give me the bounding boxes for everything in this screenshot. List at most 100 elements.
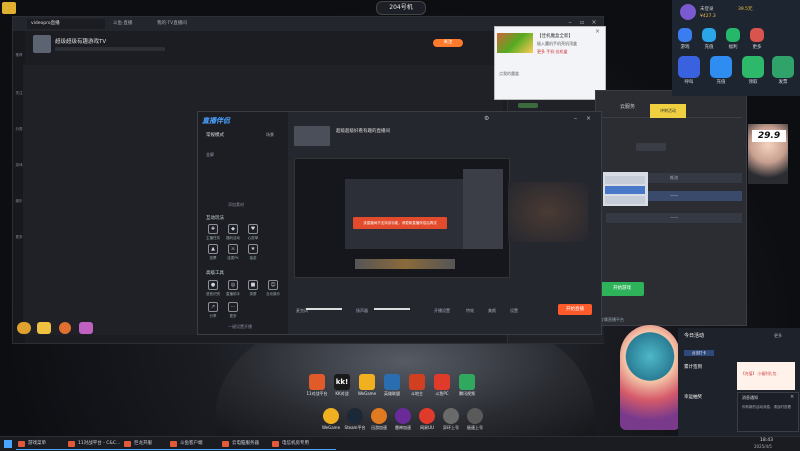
- desktop-icon[interactable]: 异环上号: [440, 408, 462, 431]
- start-game-button[interactable]: 开始游戏: [600, 282, 644, 296]
- more-icon[interactable]: [750, 28, 764, 42]
- game-icon[interactable]: [678, 28, 692, 42]
- mode-select[interactable]: 常规模式: [206, 132, 224, 138]
- close-icon[interactable]: ×: [595, 28, 600, 35]
- tool-voice[interactable]: ● 语音识别: [204, 280, 222, 297]
- scene-item[interactable]: 全屏: [206, 152, 214, 158]
- desktop-icon[interactable]: 斗鱼PC: [431, 374, 453, 397]
- welfare-icon[interactable]: [726, 28, 740, 42]
- badge-icon[interactable]: [17, 322, 31, 334]
- desktop-icon[interactable]: Steam平台: [344, 408, 366, 431]
- tab-douyu[interactable]: 斗鱼·直播: [109, 19, 157, 29]
- avatar[interactable]: [33, 35, 51, 53]
- avatar[interactable]: [680, 4, 696, 20]
- tool-assist[interactable]: ◎ 直播助手: [224, 280, 242, 297]
- tool-welfare[interactable]: ◆ 福利活动: [224, 224, 242, 241]
- tool-vote[interactable]: ▲ 投票: [204, 244, 222, 261]
- tool-task[interactable]: ✚ 主播任务: [204, 224, 222, 241]
- menu-item[interactable]: [605, 186, 645, 194]
- steam-icon: [347, 408, 363, 424]
- toggle-switch[interactable]: [636, 143, 666, 151]
- invoice-icon[interactable]: [772, 56, 794, 78]
- desktop-icon[interactable]: 11对战平台: [306, 374, 328, 397]
- minimize-icon[interactable]: –: [574, 115, 577, 122]
- call-icon[interactable]: [678, 56, 700, 78]
- effects-label[interactable]: 特效: [466, 308, 474, 314]
- badge-icon[interactable]: [59, 322, 71, 334]
- recharge-big-icon[interactable]: [710, 56, 732, 78]
- menu-item[interactable]: [605, 196, 645, 204]
- tool-sidebar: 直播伴侣 常规模式 场景 全屏 添加素材 互动玩法 ✚ 主播任务 ◆ 福利活动 ♥ 心…: [198, 112, 288, 334]
- taskbar-item[interactable]: 11对战平台 - C&C...: [66, 439, 130, 450]
- menu-row[interactable]: 一一: [606, 213, 742, 223]
- settings-icon[interactable]: ⚙: [484, 115, 489, 122]
- taskbar-item[interactable]: 电信机房专用: [270, 439, 336, 450]
- section-tools: 高级工具: [206, 271, 224, 276]
- menu-item[interactable]: [605, 176, 645, 184]
- icon-label: 11对战平台: [306, 391, 328, 396]
- room-title[interactable]: 超级超级好看有趣的直播间: [336, 128, 390, 134]
- icon-label: 网易UU: [420, 425, 434, 430]
- mascot-image: [620, 325, 680, 430]
- login-icon: [443, 408, 459, 424]
- taskbar-item[interactable]: 斗鱼客户端: [168, 439, 228, 450]
- follow-button[interactable]: 关注: [433, 39, 463, 47]
- tool-share[interactable]: ↗ 分享: [204, 302, 222, 319]
- speaker-slider[interactable]: [374, 308, 410, 310]
- start-live-button[interactable]: 开始直播: [558, 304, 592, 315]
- desktop-icon[interactable]: 雷神加速: [392, 408, 414, 431]
- tool-lottery[interactable]: ★ 抽奖: [244, 244, 262, 261]
- nav-item[interactable]: 推荐: [14, 53, 24, 58]
- windows-start-icon[interactable]: [4, 440, 12, 448]
- desktop-icon[interactable]: 英雄联盟: [381, 374, 403, 397]
- beauty-label[interactable]: 美颜: [488, 308, 496, 314]
- tool-pk[interactable]: ⚔ 连麦PK: [224, 244, 242, 261]
- receive-icon[interactable]: [742, 56, 764, 78]
- tool-fun[interactable]: ☺ 互动娱乐: [264, 280, 282, 297]
- clock-time[interactable]: 18:43: [760, 438, 773, 443]
- gift-card[interactable]: 【充值】 小福利礼包: [737, 362, 795, 390]
- scene-label[interactable]: 场景: [266, 132, 274, 138]
- share-icon: ↗: [208, 302, 218, 312]
- tool-wish[interactable]: ♥ 心愿单: [244, 224, 262, 241]
- close-icon[interactable]: ×: [790, 394, 794, 400]
- stream-preview[interactable]: 该直播间不支持该功能，请更新直播伴侣后再试: [294, 158, 510, 278]
- tab-my-room[interactable]: 我的·TV直播间: [153, 19, 217, 29]
- clock-date[interactable]: 2025/4/5: [754, 444, 772, 449]
- warning-toast: 该直播间不支持该功能，请更新直播伴侣后再试: [353, 217, 447, 229]
- desktop-icon[interactable]: WeGame: [356, 374, 378, 396]
- popup-line2[interactable]: 更多 手机·佳机盒: [537, 49, 568, 55]
- tool-record[interactable]: ■ 录屏: [244, 280, 262, 297]
- tab-videopro[interactable]: videopro直播: [27, 19, 105, 29]
- mic-slider[interactable]: [306, 308, 342, 310]
- desktop-icon[interactable]: kk! KK对战: [331, 374, 353, 397]
- settings-label-2[interactable]: 设置: [510, 308, 518, 314]
- recharge-icon[interactable]: [702, 28, 716, 42]
- icon-label: 雷神加速: [395, 425, 411, 430]
- badge-icon[interactable]: [79, 322, 93, 334]
- add-source-button[interactable]: 添加素材: [228, 202, 244, 208]
- more-link[interactable]: 更多: [774, 333, 782, 339]
- desktop-icon[interactable]: 极速上号: [464, 408, 486, 431]
- promo-tag[interactable]: 冲刺活动: [650, 104, 686, 118]
- kk-icon: kk!: [334, 374, 350, 390]
- desktop-icon[interactable]: 网易UU: [416, 408, 438, 431]
- badge-icon[interactable]: [37, 322, 51, 334]
- desktop-icon[interactable]: 腾讯视频: [456, 374, 478, 397]
- tool-more[interactable]: ⋯ 更多: [224, 302, 242, 319]
- desktop-icon[interactable]: WeGame: [320, 408, 342, 430]
- settings-label[interactable]: 开播设置: [434, 308, 450, 314]
- promo-image[interactable]: [497, 33, 533, 53]
- card-game-icon: [409, 374, 425, 390]
- gift-icon: ◆: [228, 224, 238, 234]
- checkin-button[interactable]: 点击打卡: [684, 350, 714, 356]
- close-icon[interactable]: ×: [586, 115, 591, 122]
- speaker-label: 扬声器: [356, 308, 368, 313]
- quick-setup-link[interactable]: 一键设置开播: [228, 324, 252, 330]
- room-cover[interactable]: [294, 126, 330, 146]
- desktop-icon[interactable]: 斗地主: [406, 374, 428, 397]
- app-logo-icon[interactable]: [2, 2, 16, 14]
- notif-body: 你有新的活动消息，请及时查看: [742, 405, 791, 409]
- desktop-icon[interactable]: 迅游加速: [368, 408, 390, 431]
- taskbar-item[interactable]: 游戏菜单: [16, 439, 72, 450]
